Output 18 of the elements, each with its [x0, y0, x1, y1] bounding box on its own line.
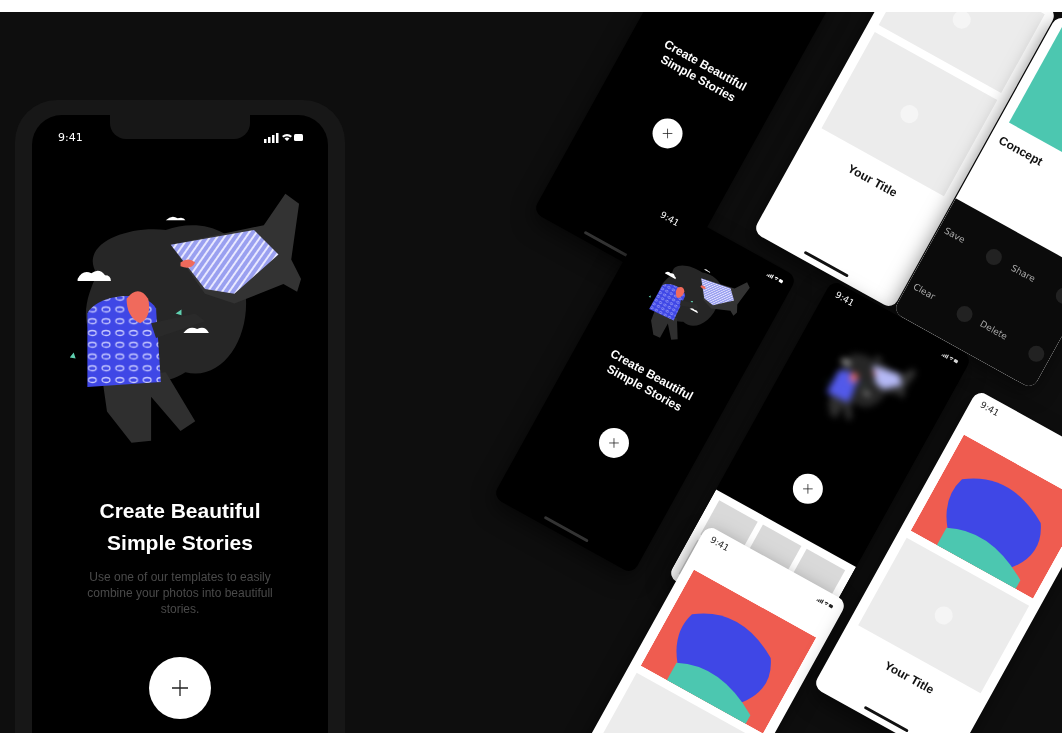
card-title: Your Title: [844, 161, 900, 201]
plus-icon: [607, 437, 620, 450]
status-time: 9:41: [978, 399, 1001, 419]
plus-icon: [801, 483, 814, 496]
status-time: 9:41: [708, 534, 731, 554]
onboarding-description: Use one of our templates to easily combine your photos into beautifull stories.: [86, 568, 274, 617]
add-button[interactable]: [652, 118, 683, 149]
add-button[interactable]: [792, 474, 823, 505]
onboarding-title: Create Beautiful Simple Stories: [99, 497, 261, 556]
status-time: 9:41: [833, 289, 856, 309]
add-button[interactable]: [598, 428, 629, 459]
card-title: Your Title: [881, 658, 937, 698]
status-icons: [264, 132, 304, 143]
action-label: Clear: [911, 281, 937, 302]
plus-icon: [170, 677, 190, 698]
plus-icon: [661, 127, 674, 140]
status-time: 9:41: [658, 209, 681, 229]
status-time: 9:41: [58, 131, 83, 144]
